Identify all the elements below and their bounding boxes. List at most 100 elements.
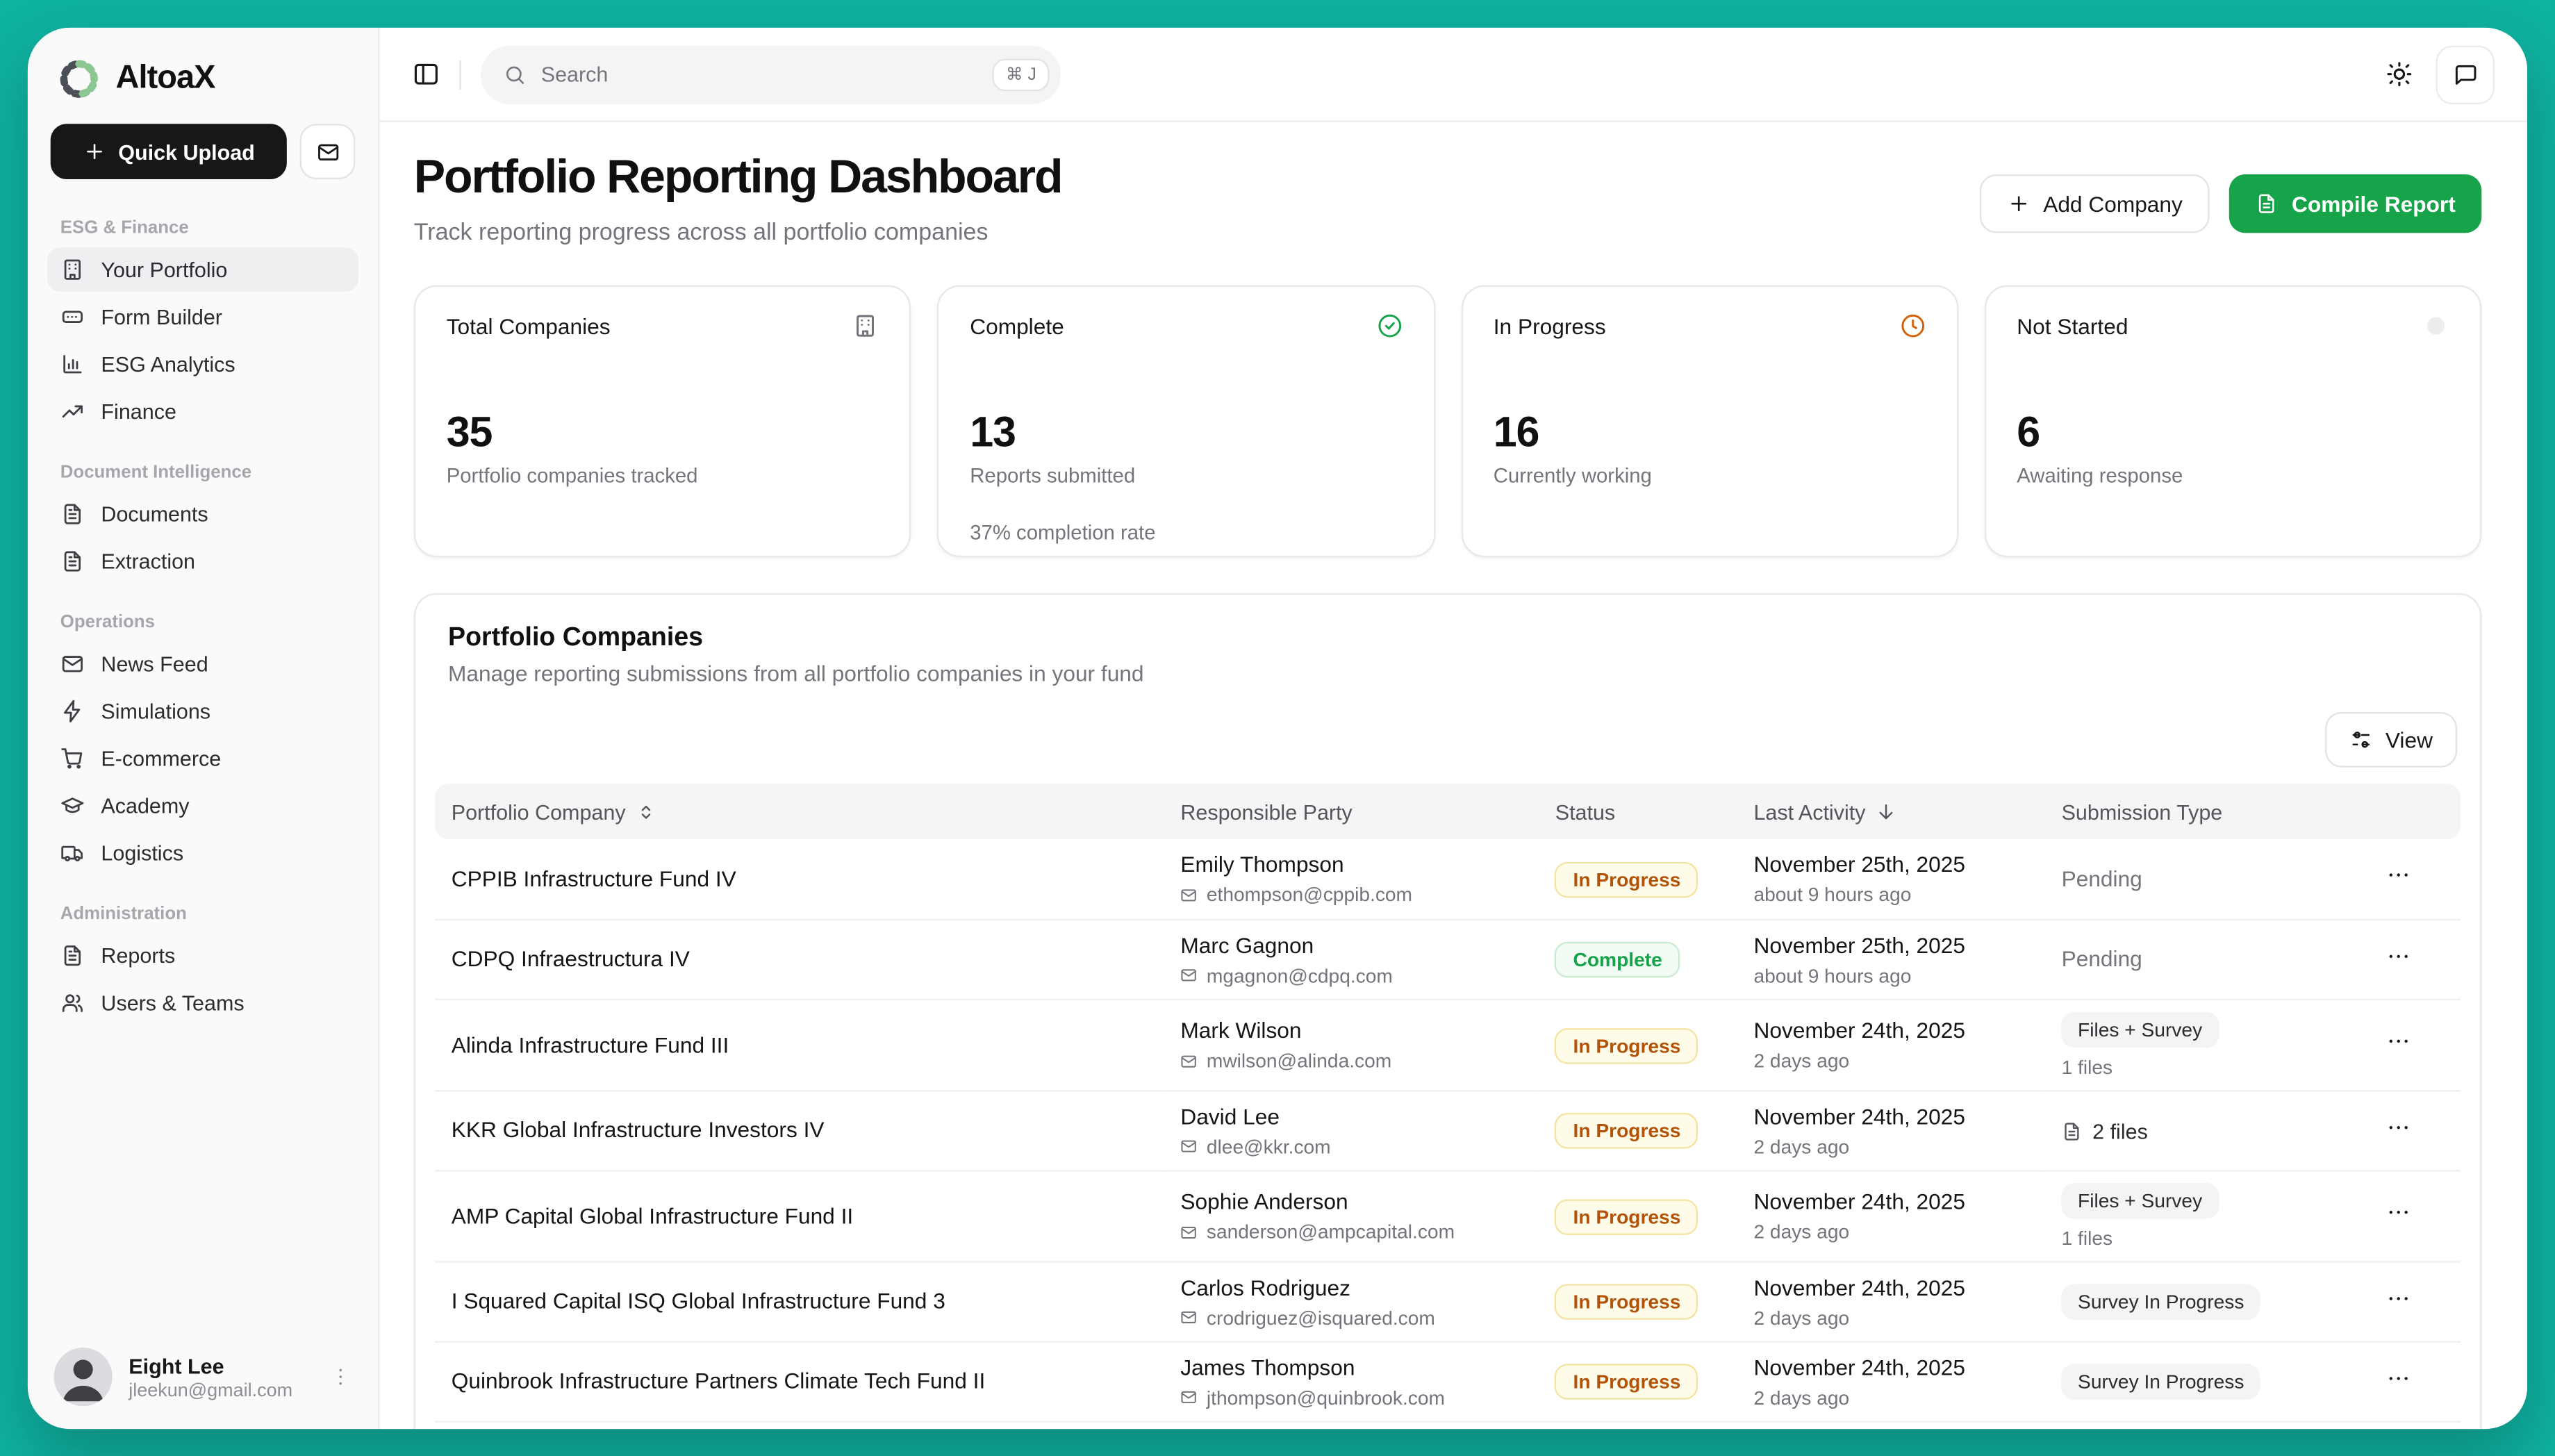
portfolio-companies-table: Portfolio Company Responsible Party Stat… — [435, 784, 2461, 1429]
file-icon — [2062, 1120, 2083, 1141]
search-shortcut-badge: ⌘ J — [993, 58, 1049, 90]
stat-value: 16 — [1494, 407, 1926, 458]
row-actions-icon[interactable] — [2386, 1285, 2412, 1312]
sidebar-item-esg-analytics[interactable]: ESG Analytics — [47, 342, 358, 386]
search-input[interactable] — [541, 62, 978, 86]
stat-cards: Total Companies 35 Portfolio companies t… — [414, 285, 2482, 557]
sidebar-item-label: E-commerce — [101, 746, 221, 770]
activity-date: November 25th, 2025 — [1753, 933, 2028, 957]
sidebar-item-finance[interactable]: Finance — [47, 390, 358, 433]
activity-date: November 24th, 2025 — [1753, 1104, 2028, 1128]
sidebar-item-label: News Feed — [101, 652, 208, 676]
row-actions-icon[interactable] — [2386, 862, 2412, 888]
stat-label: Total Companies — [447, 314, 611, 338]
activity-relative: 2 days ago — [1753, 1221, 2028, 1243]
row-actions-icon[interactable] — [2386, 1199, 2412, 1225]
table-title: Portfolio Companies — [448, 624, 2447, 653]
brand: AltoaX — [47, 51, 358, 124]
party-name: Mark Wilson — [1180, 1018, 1522, 1043]
search-bar[interactable]: ⌘ J — [481, 45, 1061, 104]
party-email: mwilson@alinda.com — [1207, 1050, 1391, 1073]
sidebar-item-label: Reports — [101, 943, 175, 968]
row-actions-icon[interactable] — [2386, 1114, 2412, 1140]
graduation-cap-icon — [60, 793, 85, 818]
column-header-portfolio-company: Portfolio Company — [452, 800, 626, 824]
party-name: Carlos Rodriguez — [1180, 1275, 1522, 1299]
sidebar-item-label: Simulations — [101, 699, 210, 723]
party-email: jthompson@quinbrook.com — [1207, 1386, 1445, 1409]
users-icon — [60, 991, 85, 1015]
party-name: Marc Gagnon — [1180, 933, 1522, 957]
party-email: mgagnon@cdpq.com — [1207, 963, 1393, 986]
view-button[interactable]: View — [2325, 712, 2457, 768]
sidebar-item-documents[interactable]: Documents — [47, 492, 358, 536]
chat-bubble-icon — [2452, 61, 2479, 88]
quick-upload-button[interactable]: Quick Upload — [51, 124, 287, 179]
add-company-button[interactable]: Add Company — [1980, 174, 2210, 233]
table-row: Alinda Infrastructure Fund III Mark Wils… — [435, 999, 2461, 1090]
sort-chevrons-icon[interactable] — [636, 801, 656, 822]
status-badge: In Progress — [1555, 1198, 1698, 1234]
table-row: CPPIB Infrastructure Fund IV Emily Thomp… — [435, 839, 2461, 919]
stat-card-in-progress: In Progress 16 Currently working — [1461, 285, 1958, 557]
column-header-responsible-party: Responsible Party — [1164, 784, 1539, 839]
activity-relative: 2 days ago — [1753, 1386, 2028, 1409]
table-row: AMP Capital Global Infrastructure Fund I… — [435, 1170, 2461, 1261]
sidebar-item-form-builder[interactable]: Form Builder — [47, 295, 358, 339]
file-text-icon — [60, 502, 85, 526]
submission-type: Pending — [2062, 866, 2142, 891]
activity-date: November 24th, 2025 — [1753, 1275, 2028, 1299]
company-name: CDPQ Infraestructura IV — [452, 947, 690, 971]
arrow-down-icon[interactable] — [1876, 801, 1896, 822]
mail-icon — [315, 140, 340, 164]
ellipsis-vertical-icon[interactable] — [329, 1366, 352, 1389]
row-actions-icon[interactable] — [2386, 1028, 2412, 1054]
row-actions-icon[interactable] — [2386, 943, 2412, 969]
sidebar-item-reports[interactable]: Reports — [47, 934, 358, 977]
table-subtitle: Manage reporting submissions from all po… — [448, 661, 2447, 686]
sidebar-toggle-icon[interactable] — [412, 60, 440, 88]
quick-upload-label: Quick Upload — [118, 140, 255, 164]
submission-type: Pending — [2062, 947, 2142, 971]
submission-type-badge: Files + Survey — [2062, 1183, 2219, 1219]
form-input-icon — [60, 305, 85, 329]
stat-label: Complete — [970, 314, 1064, 338]
row-actions-icon[interactable] — [2386, 1364, 2412, 1391]
mail-icon — [1180, 1137, 1198, 1155]
stat-caption: Currently working — [1494, 464, 1926, 487]
stat-card-total-companies: Total Companies 35 Portfolio companies t… — [414, 285, 911, 557]
theme-sun-icon[interactable] — [2386, 60, 2413, 88]
stat-value: 13 — [970, 407, 1402, 458]
sidebar-item-users-teams[interactable]: Users & Teams — [47, 981, 358, 1025]
status-badge: In Progress — [1555, 1027, 1698, 1064]
user-profile[interactable]: Eight Lee jleekun@gmail.com — [47, 1338, 358, 1409]
mail-icon — [60, 652, 85, 676]
sidebar: AltoaX Quick Upload ESG & Finance Your P… — [28, 28, 380, 1429]
sidebar-item-label: Documents — [101, 502, 208, 526]
company-name: KKR Global Infrastructure Investors IV — [452, 1118, 825, 1142]
sidebar-item-ecommerce[interactable]: E-commerce — [47, 736, 358, 780]
building-icon — [60, 258, 85, 282]
compile-report-button[interactable]: Compile Report — [2230, 174, 2481, 233]
stat-card-not-started: Not Started 6 Awaiting response — [1984, 285, 2481, 557]
dashboard-content: Portfolio Reporting Dashboard Track repo… — [380, 122, 2528, 1429]
inbox-mail-button[interactable] — [300, 124, 356, 179]
circle-icon — [2423, 313, 2449, 339]
portfolio-companies-card: Portfolio Companies Manage reporting sub… — [414, 593, 2482, 1429]
sidebar-item-simulations[interactable]: Simulations — [47, 689, 358, 733]
submission-type-badge: Survey In Progress — [2062, 1284, 2260, 1320]
activity-date: November 24th, 2025 — [1753, 1189, 2028, 1214]
sidebar-item-your-portfolio[interactable]: Your Portfolio — [47, 248, 358, 292]
sidebar-item-academy[interactable]: Academy — [47, 784, 358, 827]
sidebar-item-extraction[interactable]: Extraction — [47, 539, 358, 583]
trending-up-icon — [60, 399, 85, 424]
sidebar-item-logistics[interactable]: Logistics — [47, 831, 358, 875]
status-badge: In Progress — [1555, 861, 1698, 897]
submission-file-count: 1 files — [2062, 1056, 2354, 1079]
building-icon — [852, 313, 879, 339]
column-header-last-activity: Last Activity — [1753, 800, 1865, 824]
sidebar-item-news-feed[interactable]: News Feed — [47, 642, 358, 686]
stat-value: 35 — [447, 407, 879, 458]
chat-button[interactable] — [2436, 45, 2495, 104]
submission-type-badge: Files + Survey — [2062, 1012, 2219, 1048]
